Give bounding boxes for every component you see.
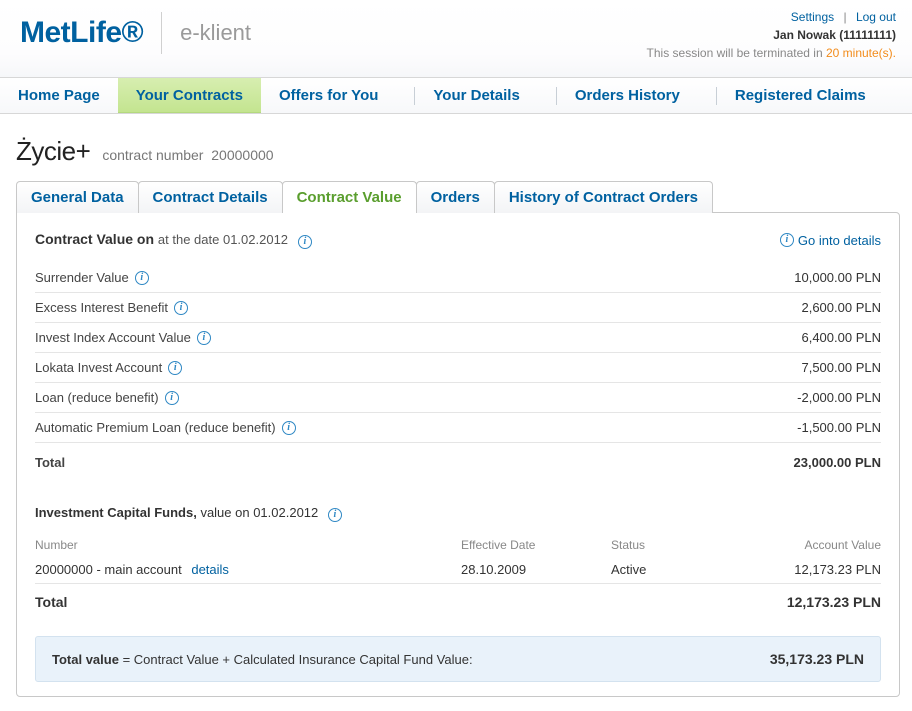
row-surrender-value: Surrender Value i 10,000.00 PLN <box>35 263 881 293</box>
total-value: 23,000.00 PLN <box>794 455 881 470</box>
contract-meta: contract number 20000000 <box>102 147 273 163</box>
logout-link[interactable]: Log out <box>856 10 896 24</box>
grand-total-label-bold: Total value <box>52 652 119 667</box>
row-invest-index-account-value: Invest Index Account Value i 6,400.00 PLN <box>35 323 881 353</box>
funds-row-status: Active <box>611 562 731 577</box>
info-icon[interactable]: i <box>165 391 179 405</box>
session-prefix: This session will be terminated in <box>647 46 826 60</box>
row-loan-reduce-benefit: Loan (reduce benefit) i -2,000.00 PLN <box>35 383 881 413</box>
info-icon: i <box>780 233 794 247</box>
col-number: Number <box>35 538 461 552</box>
row-label: Automatic Premium Loan (reduce benefit) <box>35 420 276 435</box>
contract-value-title-prefix: Contract Value on <box>35 231 154 247</box>
tab-general-data[interactable]: General Data <box>16 181 139 213</box>
nav-your-contracts[interactable]: Your Contracts <box>118 78 261 113</box>
grand-total-value: 35,173.23 PLN <box>770 651 864 667</box>
nav-orders-history[interactable]: Orders History <box>538 78 698 113</box>
row-value: 7,500.00 PLN <box>801 360 881 375</box>
link-separator: | <box>837 10 852 24</box>
session-info: This session will be terminated in 20 mi… <box>647 44 896 62</box>
info-icon[interactable]: i <box>298 235 312 249</box>
info-icon[interactable]: i <box>197 331 211 345</box>
tab-history-of-contract-orders[interactable]: History of Contract Orders <box>494 181 713 213</box>
logo-separator <box>161 12 162 54</box>
funds-title-suffix: value on 01.02.2012 <box>200 505 318 520</box>
info-icon[interactable]: i <box>168 361 182 375</box>
contract-label: contract number <box>102 147 203 163</box>
product-name: Życie+ <box>16 136 90 167</box>
grand-total-label: Total value = Contract Value + Calculate… <box>52 652 473 667</box>
nav-offers-for-you[interactable]: Offers for You <box>261 78 396 113</box>
session-timeout: 20 minute(s). <box>826 46 896 60</box>
funds-title-prefix: Investment Capital Funds, <box>35 505 197 520</box>
nav-home-page[interactable]: Home Page <box>0 78 118 113</box>
funds-total-value: 12,173.23 PLN <box>731 594 881 610</box>
go-into-details-label: Go into details <box>798 233 881 248</box>
nav-your-details[interactable]: Your Details <box>396 78 537 113</box>
row-excess-interest-benefit: Excess Interest Benefit i 2,600.00 PLN <box>35 293 881 323</box>
tab-orders[interactable]: Orders <box>416 181 495 213</box>
row-value: 10,000.00 PLN <box>794 270 881 285</box>
row-total: Total 23,000.00 PLN <box>35 443 881 477</box>
row-label: Lokata Invest Account <box>35 360 162 375</box>
funds-row-value: 12,173.23 PLN <box>731 562 881 577</box>
nav-registered-claims[interactable]: Registered Claims <box>698 78 884 113</box>
main-nav: Home Page Your Contracts Offers for You … <box>0 78 912 114</box>
tab-contract-details[interactable]: Contract Details <box>138 181 283 213</box>
funds-columns: Number Effective Date Status Account Val… <box>35 532 881 556</box>
col-account-value: Account Value <box>731 538 881 552</box>
top-right-panel: Settings | Log out Jan Nowak (11111111) … <box>647 8 896 62</box>
info-icon[interactable]: i <box>135 271 149 285</box>
row-automatic-premium-loan: Automatic Premium Loan (reduce benefit) i… <box>35 413 881 443</box>
funds-row: 20000000 - main account details 28.10.20… <box>35 556 881 584</box>
header: MetLife® e-klient Settings | Log out Jan… <box>0 0 912 78</box>
user-display: Jan Nowak (11111111) <box>647 26 896 44</box>
contract-number: 20000000 <box>211 147 273 163</box>
col-effective-date: Effective Date <box>461 538 611 552</box>
row-value: 2,600.00 PLN <box>801 300 881 315</box>
grand-total-box: Total value = Contract Value + Calculate… <box>35 636 881 682</box>
contract-value-title-suffix: at the date 01.02.2012 <box>158 232 288 247</box>
tab-contract-value[interactable]: Contract Value <box>282 181 417 213</box>
funds-total-label: Total <box>35 594 461 610</box>
grand-total-label-rest: = Contract Value + Calculated Insurance … <box>119 652 473 667</box>
subbrand: e-klient <box>180 20 251 46</box>
row-value: 6,400.00 PLN <box>801 330 881 345</box>
funds-row-date: 28.10.2009 <box>461 562 611 577</box>
row-label: Loan (reduce benefit) <box>35 390 159 405</box>
brand-logo: MetLife® <box>20 16 143 50</box>
row-value: -2,000.00 PLN <box>797 390 881 405</box>
settings-link[interactable]: Settings <box>791 10 834 24</box>
info-icon[interactable]: i <box>282 421 296 435</box>
info-icon[interactable]: i <box>174 301 188 315</box>
funds-row-details-link[interactable]: details <box>191 562 229 577</box>
brand-name: MetLife <box>20 16 122 49</box>
tab-panel: Contract Value on at the date 01.02.2012… <box>16 212 900 697</box>
funds-row-number: 20000000 - main account <box>35 562 182 577</box>
brand-registered: ® <box>122 16 144 49</box>
total-label: Total <box>35 455 65 470</box>
row-label: Invest Index Account Value <box>35 330 191 345</box>
row-label: Surrender Value <box>35 270 129 285</box>
subtabs: General Data Contract Details Contract V… <box>12 181 900 213</box>
funds-title: Investment Capital Funds, value on 01.02… <box>35 505 881 522</box>
page-title: Życie+ contract number 20000000 <box>12 128 900 181</box>
funds-total-row: Total 12,173.23 PLN <box>35 584 881 614</box>
go-into-details-link[interactable]: i Go into details <box>780 233 881 248</box>
info-icon[interactable]: i <box>328 508 342 522</box>
row-label: Excess Interest Benefit <box>35 300 168 315</box>
row-value: -1,500.00 PLN <box>797 420 881 435</box>
page-body: Życie+ contract number 20000000 General … <box>0 114 912 711</box>
contract-value-title: Contract Value on at the date 01.02.2012… <box>35 231 312 249</box>
funds-section: Investment Capital Funds, value on 01.02… <box>35 505 881 614</box>
col-status: Status <box>611 538 731 552</box>
row-lokata-invest-account: Lokata Invest Account i 7,500.00 PLN <box>35 353 881 383</box>
contract-value-head: Contract Value on at the date 01.02.2012… <box>35 231 881 249</box>
